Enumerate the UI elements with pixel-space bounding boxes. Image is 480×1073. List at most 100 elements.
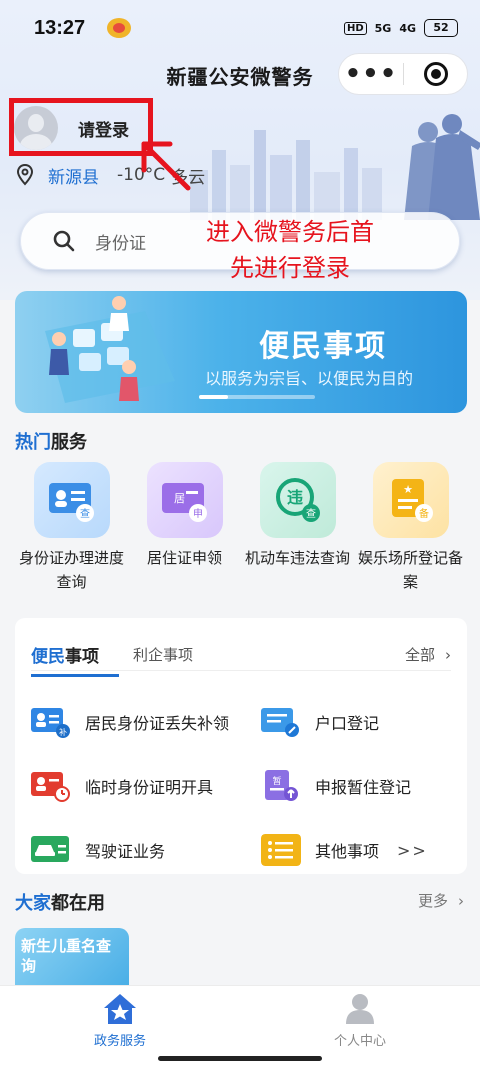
chevron-right-icon: › [458,892,464,910]
convenience-services-grid: 补 居民身份证丢失补领 户口登记 临时身份证明开具 暂 申报暂住登记 驾驶证业务… [31,690,451,882]
view-all-label: 全部 [404,645,435,664]
hot-service-label: 居住证申领 [146,549,222,567]
city-selector[interactable]: 新源县 [48,163,99,188]
signal-4g-icon: 4G [399,21,416,35]
signal-5g-icon: 5G [374,21,392,35]
service-item[interactable]: 户口登记 [261,706,451,738]
hot-services-title-accent: 热门 [15,432,51,453]
svg-text:★: ★ [403,483,413,496]
status-indicators: HD 5G 4G 52 [343,19,458,37]
service-item[interactable]: 驾驶证业务 [31,834,261,866]
hot-services-title: 热门服务 [15,428,87,454]
tab-convenience[interactable]: 便民事项 [31,642,119,677]
tab-enterprise[interactable]: 利企事项 [133,644,193,665]
banner-subtitle: 以服务为宗旨、以便民为目的 [205,369,414,388]
hot-service-label: 机动车违法查询 [244,549,350,567]
annotation-line-2: 先进行登录 [230,254,350,282]
hot-service-label: 身份证办理进度查询 [18,549,124,591]
title-bar: 新疆公安微警务 ••• [0,52,480,98]
more-link[interactable]: 更多 › [418,890,464,911]
hot-services-grid: 查 身份证办理进度查询 居 申 居住证申领 违 查 机动车违法查询 ★ 备 娱乐… [15,462,467,594]
svg-text:违: 违 [286,488,302,507]
annotation-text: 进入微警务后首 先进行登录 [180,214,400,286]
svg-text:补: 补 [59,727,67,737]
weibo-notification-icon [107,18,132,38]
common-use-title: 大家都在用 [15,889,105,915]
status-bar: 13:27 HD 5G 4G 52 [0,0,480,56]
hot-service-item[interactable]: 违 查 机动车违法查询 [241,462,354,594]
annotation-arrow-icon [141,141,191,191]
service-item[interactable]: 补 居民身份证丢失补领 [31,706,261,738]
service-row: 驾驶证业务 其他事项 >> [31,818,451,882]
tab-convenience-rest: 事项 [65,646,99,667]
tab-convenience-accent: 便民 [31,646,65,667]
banner-indicator-fill [199,395,228,399]
battery-icon: 52 [424,19,458,37]
status-time: 13:27 [34,16,86,39]
nav-label: 个人中心 [333,1034,386,1049]
banner-carousel[interactable]: 便民事项 以服务为宗旨、以便民为目的 [15,291,467,413]
service-tabs: 便民事项 利企事项 全部 › [31,634,451,677]
temp-id-icon [31,772,70,802]
more-label: 更多 [417,892,448,910]
id-reissue-icon: 补 [31,708,70,738]
service-label: 居民身份证丢失补领 [85,714,230,733]
tab-divider [31,670,451,671]
vehicle-violation-icon: 违 查 [259,462,336,538]
service-row: 补 居民身份证丢失补领 户口登记 [31,690,451,754]
hot-service-item[interactable]: ★ 备 娱乐场所登记备案 [354,462,467,594]
search-placeholder: 身份证 [95,233,146,254]
common-use-title-accent: 大家 [15,893,51,914]
svg-text:查: 查 [306,507,316,520]
hd-badge: HD [343,21,367,35]
service-item[interactable]: 临时身份证明开具 [31,770,261,802]
svg-text:居: 居 [174,492,185,505]
hot-service-item[interactable]: 查 身份证办理进度查询 [15,462,128,594]
service-item[interactable]: 暂 申报暂住登记 [261,770,451,802]
nav-label: 政务服务 [93,1034,146,1049]
home-indicator [158,1056,322,1061]
service-label: 驾驶证业务 [85,842,166,861]
chevron-right-icon: › [445,645,451,664]
common-card-text: 新生儿重名查询 [21,937,112,975]
more-dots-icon[interactable]: ••• [339,61,403,87]
residence-permit-icon: 居 申 [146,462,223,538]
service-label: 临时身份证明开具 [85,778,214,797]
svg-text:备: 备 [419,507,429,520]
mini-program-capsule: ••• [338,53,468,95]
hot-service-label: 娱乐场所登记备案 [357,549,463,591]
home-star-icon [104,994,136,1024]
svg-text:申: 申 [193,507,203,520]
temp-residence-icon: 暂 [265,770,298,801]
other-list-icon [261,834,301,866]
service-label: 其他事项 [315,842,380,861]
view-all-link[interactable]: 全部 › [405,644,451,665]
svg-text:查: 查 [80,507,90,520]
entertainment-record-icon: ★ 备 [372,462,449,538]
hot-services-title-rest: 服务 [51,432,87,453]
service-row: 临时身份证明开具 暂 申报暂住登记 [31,754,451,818]
common-use-title-rest: 都在用 [51,893,105,914]
svg-text:暂: 暂 [272,775,281,787]
tab-active-underline [31,673,119,677]
newborn-name-query-card[interactable]: 新生儿重名查询 [15,928,129,988]
person-icon [346,994,374,1024]
annotation-line-1: 进入微警务后首 [206,218,374,246]
target-close-icon [423,62,448,86]
household-register-icon [261,708,299,737]
service-label: 申报暂住登记 [315,778,412,797]
banner-indicator [199,395,315,399]
location-pin-icon [16,164,34,186]
close-target-button[interactable] [404,62,467,86]
banner-title: 便民事项 [259,329,387,364]
hot-service-item[interactable]: 居 申 居住证申领 [128,462,241,594]
id-card-query-icon: 查 [33,462,110,538]
service-label: 户口登记 [315,714,380,733]
service-item[interactable]: 其他事项 >> [261,834,451,866]
double-chevron-right-icon: >> [397,840,428,860]
search-icon [53,230,75,252]
city-skyline-illustration [190,114,480,220]
app-title: 新疆公安微警务 [166,64,314,89]
driving-license-icon [31,836,69,862]
convenience-card: 便民事项 利企事项 全部 › 补 居民身份证丢失补领 户口登记 临时身份证明开具… [15,618,467,874]
